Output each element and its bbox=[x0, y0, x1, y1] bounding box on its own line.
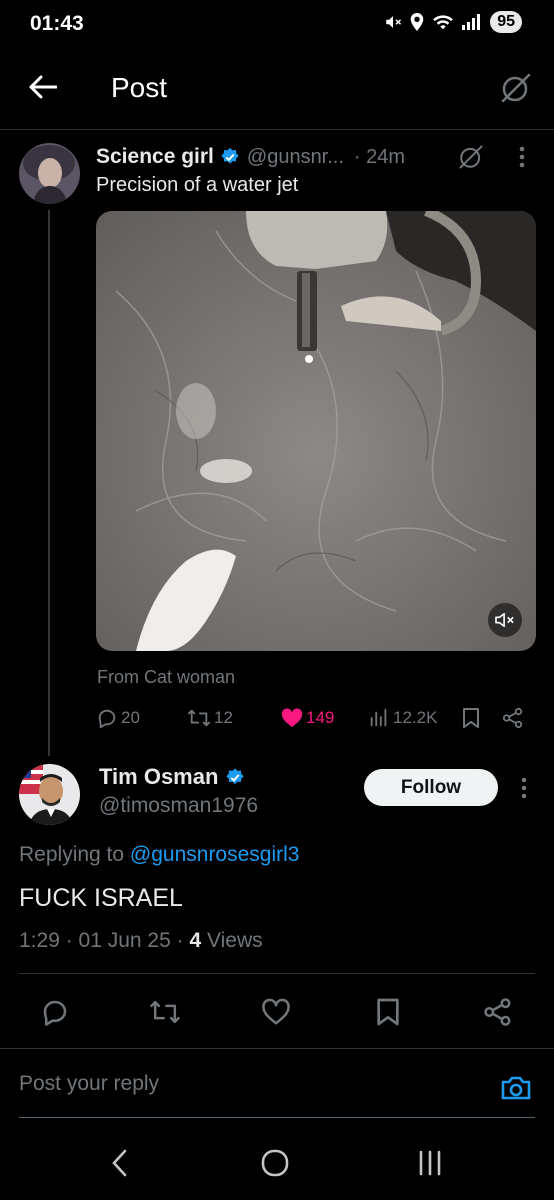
grok-icon bbox=[459, 145, 483, 169]
status-time: 01:43 bbox=[30, 12, 84, 35]
location-icon bbox=[410, 13, 424, 31]
replying-to-line: Replying to @gunsnrosesgirl3 bbox=[19, 843, 299, 867]
repost-button[interactable]: 12 bbox=[187, 704, 233, 732]
views-count: 12.2K bbox=[393, 708, 438, 727]
follow-button[interactable]: Follow bbox=[364, 769, 498, 806]
avatar-image bbox=[19, 764, 80, 825]
reply-icon bbox=[43, 1000, 67, 1026]
replying-to-mention[interactable]: @gunsnrosesgirl3 bbox=[130, 843, 300, 866]
nav-home-icon bbox=[261, 1149, 289, 1177]
reply-more-button[interactable] bbox=[514, 773, 534, 803]
post-header: Science girl @gunsnr... · 24m bbox=[96, 142, 534, 172]
science-girl-avatar[interactable] bbox=[19, 143, 80, 204]
thread-line bbox=[48, 210, 50, 756]
mute-icon bbox=[495, 612, 514, 628]
reply-author-handle[interactable]: @timosman1976 bbox=[99, 794, 258, 818]
post-text: Precision of a water jet bbox=[96, 174, 299, 196]
more-icon bbox=[519, 146, 525, 168]
reply-share-button[interactable] bbox=[482, 996, 514, 1028]
heart-icon bbox=[281, 708, 303, 728]
video-frame bbox=[96, 211, 536, 651]
reply-meta: 1:29 · 01 Jun 25 · 4 Views bbox=[19, 929, 263, 953]
views-icon bbox=[370, 708, 387, 727]
page-title: Post bbox=[111, 72, 168, 103]
post-grok-button[interactable] bbox=[456, 142, 486, 172]
battery-indicator: 95 bbox=[490, 11, 522, 33]
nav-back-button[interactable] bbox=[100, 1143, 140, 1183]
avatar-image bbox=[19, 143, 80, 204]
reply-button[interactable]: 20 bbox=[96, 704, 140, 732]
reply-bookmark-button[interactable] bbox=[372, 996, 404, 1028]
reply-icon bbox=[98, 709, 116, 729]
composer-divider bbox=[0, 1048, 554, 1049]
more-icon bbox=[521, 777, 527, 799]
heart-icon bbox=[262, 998, 290, 1025]
composer-bottom-divider bbox=[19, 1117, 535, 1118]
share-button[interactable] bbox=[502, 704, 524, 732]
mute-status-icon bbox=[386, 16, 402, 28]
bookmark-icon bbox=[377, 998, 399, 1026]
views-button[interactable]: 12.2K bbox=[368, 704, 437, 732]
repost-icon bbox=[188, 709, 210, 727]
verified-icon bbox=[225, 767, 245, 787]
header-divider bbox=[0, 129, 554, 130]
post-author-name[interactable]: Science girl bbox=[96, 145, 214, 169]
like-button[interactable]: 149 bbox=[281, 704, 334, 732]
meta-divider bbox=[19, 973, 535, 974]
like-count: 149 bbox=[306, 708, 335, 727]
top-bar: Post bbox=[0, 56, 554, 122]
reply-author-row: Tim Osman bbox=[99, 764, 245, 790]
verified-icon bbox=[220, 147, 240, 167]
reply-text: FUCK ISRAEL bbox=[19, 884, 183, 912]
status-icons: 95 bbox=[384, 11, 522, 33]
post-more-button[interactable] bbox=[510, 142, 534, 172]
status-bar: 01:43 95 bbox=[0, 0, 554, 52]
camera-button[interactable] bbox=[498, 1070, 534, 1106]
replying-to-prefix: Replying to bbox=[19, 843, 125, 866]
grok-button[interactable] bbox=[498, 70, 534, 106]
nav-recents-icon bbox=[419, 1150, 441, 1176]
bookmark-icon bbox=[463, 708, 479, 728]
reply-count: 20 bbox=[121, 708, 140, 727]
reply-views-count: 4 bbox=[189, 929, 202, 952]
nav-recents-button[interactable] bbox=[410, 1143, 450, 1183]
tim-osman-avatar[interactable] bbox=[19, 764, 80, 825]
post-author-handle[interactable]: @gunsnr... bbox=[247, 146, 344, 169]
nav-back-icon bbox=[112, 1149, 127, 1177]
back-button[interactable] bbox=[26, 70, 60, 104]
repost-icon bbox=[150, 1000, 180, 1024]
reply-reply-button[interactable] bbox=[39, 996, 71, 1028]
reply-author-name[interactable]: Tim Osman bbox=[99, 764, 218, 790]
wifi-icon bbox=[433, 15, 454, 30]
reply-input[interactable] bbox=[19, 1072, 459, 1096]
post-video[interactable] bbox=[96, 211, 536, 651]
reply-like-button[interactable] bbox=[260, 996, 292, 1028]
post-action-row: 20 12 149 12.2K bbox=[96, 704, 536, 732]
system-nav-bar bbox=[0, 1125, 554, 1200]
signal-icon bbox=[462, 14, 481, 30]
from-attribution[interactable]: From Cat woman bbox=[97, 667, 235, 688]
repost-count: 12 bbox=[214, 708, 233, 727]
share-icon bbox=[502, 707, 523, 729]
reply-views-label: Views bbox=[206, 929, 263, 952]
nav-home-button[interactable] bbox=[255, 1143, 295, 1183]
reply-composer bbox=[0, 1050, 554, 1120]
mute-button[interactable] bbox=[488, 603, 522, 637]
grok-icon bbox=[501, 73, 531, 103]
share-icon bbox=[484, 998, 511, 1026]
bookmark-button[interactable] bbox=[462, 704, 480, 732]
back-arrow-icon bbox=[29, 75, 57, 99]
camera-icon bbox=[501, 1076, 531, 1100]
reply-timestamp: 1:29 · 01 Jun 25 · bbox=[19, 929, 184, 952]
reply-repost-button[interactable] bbox=[149, 996, 181, 1028]
post-time: · 24m bbox=[353, 145, 406, 168]
reply-action-row bbox=[0, 992, 554, 1032]
